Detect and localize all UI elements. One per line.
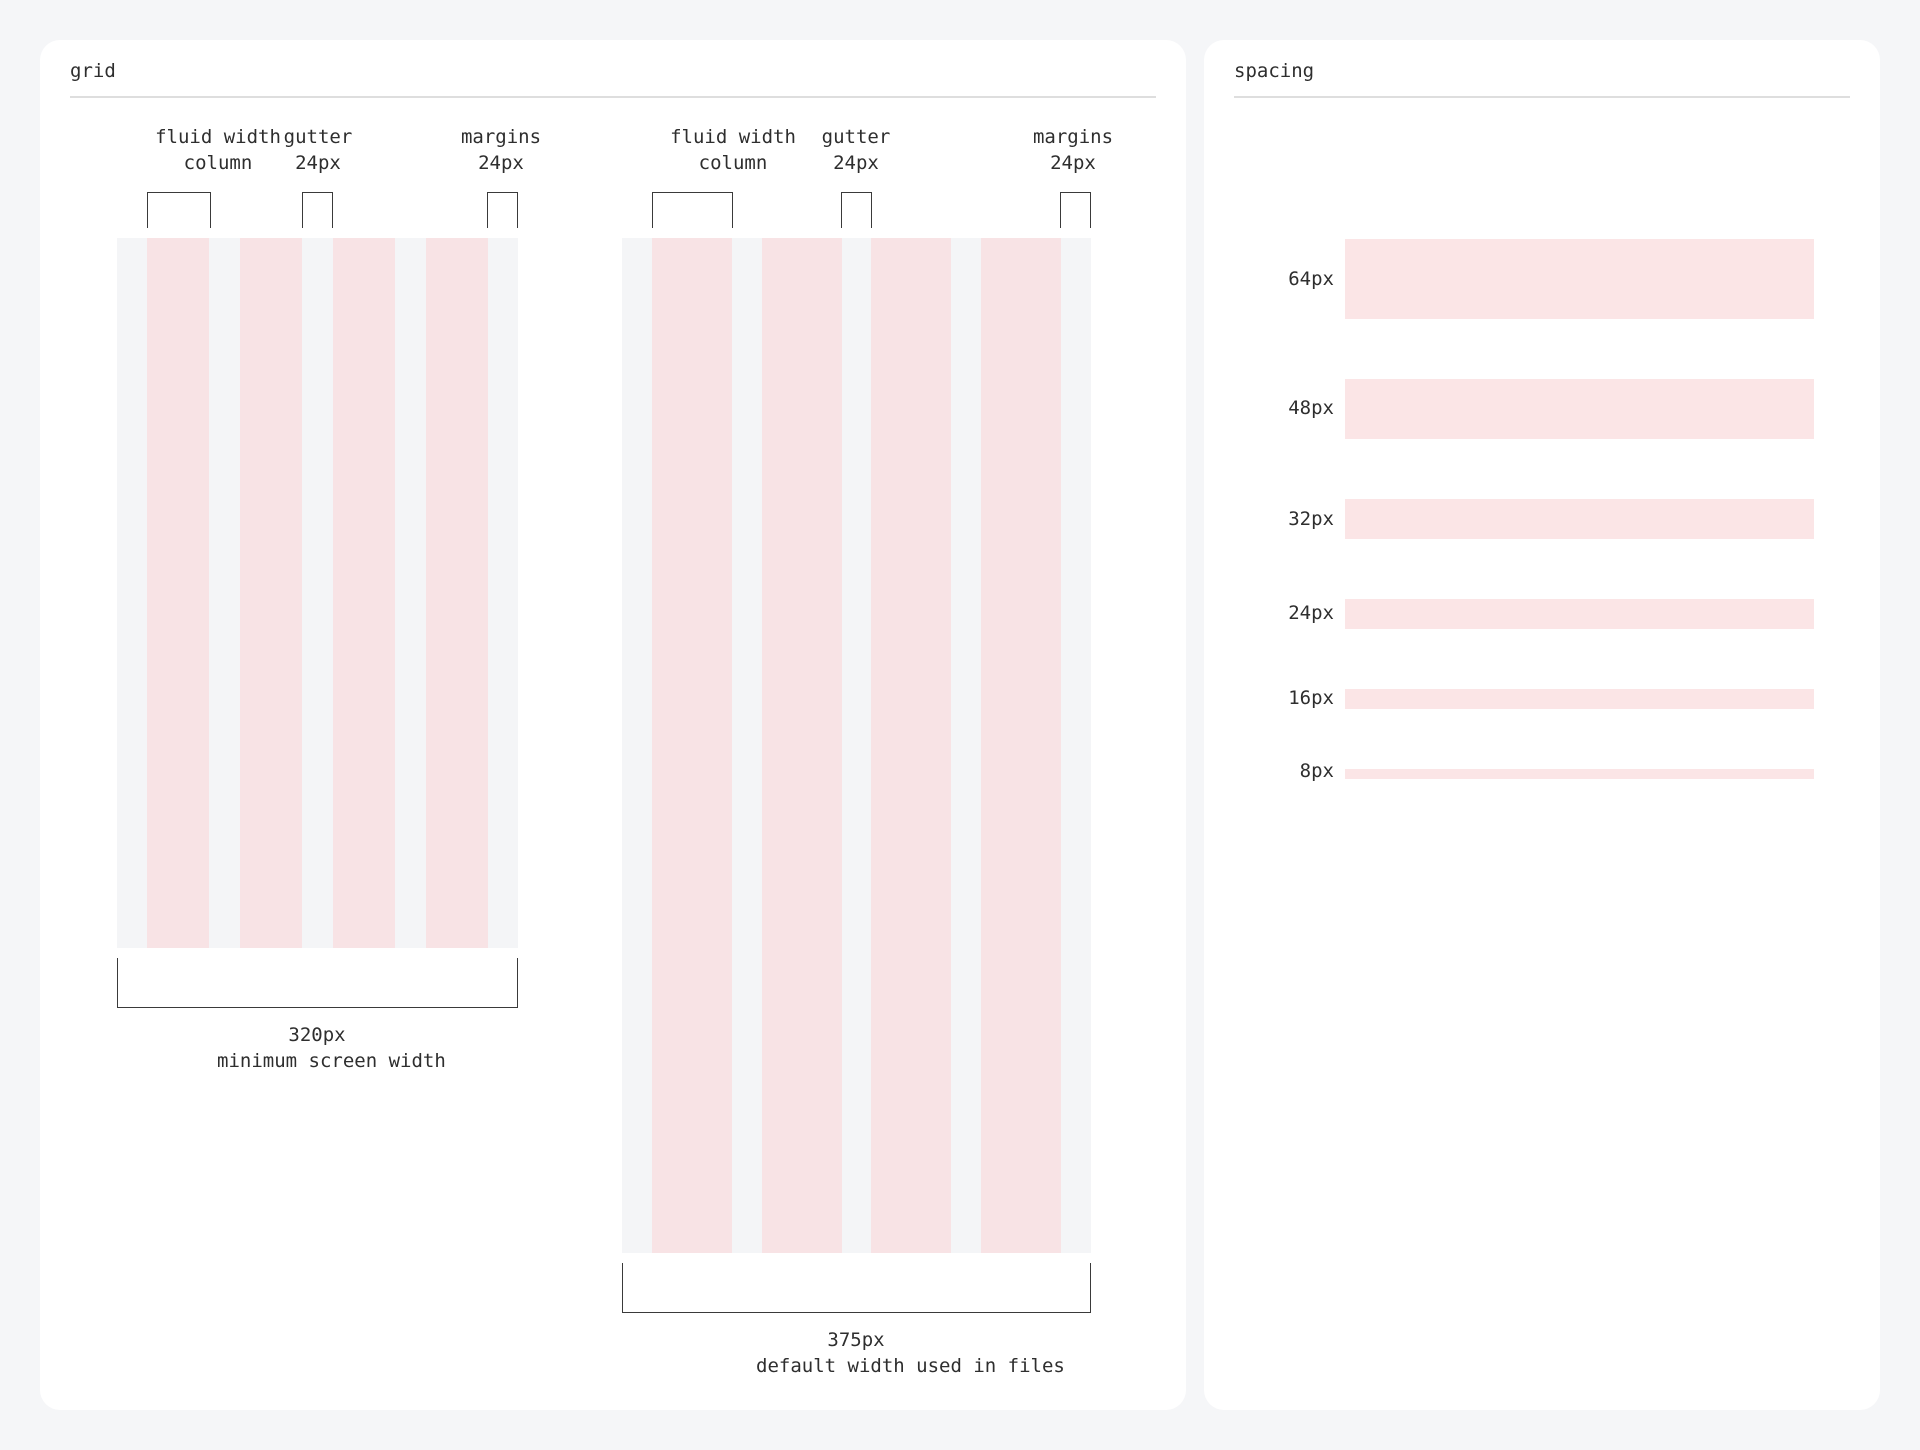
width-bracket [622, 1263, 1091, 1313]
divider [1234, 96, 1850, 98]
gutter-label: gutter 24px [218, 124, 418, 176]
column-bracket [652, 192, 733, 228]
spacing-bar-48 [1345, 379, 1814, 439]
grid-column [871, 238, 951, 1253]
width-label: 375px default width used in files [756, 1327, 1065, 1379]
divider [70, 96, 1156, 98]
gutter-bracket [841, 192, 872, 228]
grid-column [147, 238, 209, 948]
grid-320-frame [117, 238, 518, 948]
grid-column [981, 238, 1061, 1253]
spacing-bar-16 [1345, 689, 1814, 709]
width-caption: minimum screen width [217, 1050, 446, 1072]
spacing-label-8: 8px [1299, 760, 1334, 782]
margins-label: margins 24px [973, 124, 1173, 176]
grid-column [426, 238, 488, 948]
grid-column [240, 238, 302, 948]
grid-column [333, 238, 395, 948]
gutter-label-line-1: gutter [821, 126, 891, 148]
margins-bracket [487, 192, 518, 228]
gutter-label-line-2: 24px [833, 152, 879, 174]
width-label: 320px minimum screen width [217, 1022, 446, 1074]
grid-column [762, 238, 842, 1253]
grid-column [652, 238, 732, 1253]
width-bracket [117, 958, 518, 1008]
width-value: 320px [288, 1024, 346, 1046]
margins-bracket [1060, 192, 1091, 228]
panel-title: grid [70, 60, 116, 82]
panel-title: spacing [1234, 60, 1315, 82]
grid-375-frame [622, 238, 1091, 1253]
width-caption: default width used in files [756, 1355, 1065, 1377]
spacing-label-48: 48px [1288, 397, 1334, 419]
gutter-label-line-2: 24px [295, 152, 341, 174]
spacing-bar-64 [1345, 239, 1814, 319]
spacing-label-24: 24px [1288, 602, 1334, 624]
gutter-label: gutter 24px [756, 124, 956, 176]
grid-panel: grid fluid width column gutter 24px marg… [40, 40, 1186, 1410]
margins-label-line-1: margins [460, 126, 542, 148]
width-value: 375px [827, 1329, 885, 1351]
margins-label-line-2: 24px [478, 152, 524, 174]
spacing-label-16: 16px [1288, 687, 1334, 709]
margins-label: margins 24px [401, 124, 601, 176]
gutter-bracket [302, 192, 333, 228]
column-bracket [147, 192, 211, 228]
spacing-label-32: 32px [1288, 508, 1334, 530]
margins-label-line-1: margins [1032, 126, 1114, 148]
spacing-bar-32 [1345, 499, 1814, 539]
gutter-label-line-1: gutter [283, 126, 353, 148]
spacing-bar-8 [1345, 769, 1814, 779]
spacing-bar-24 [1345, 599, 1814, 629]
spacing-panel: spacing 64px 48px 32px 24px 16px 8px [1204, 40, 1880, 1410]
margins-label-line-2: 24px [1050, 152, 1096, 174]
spacing-label-64: 64px [1288, 268, 1334, 290]
